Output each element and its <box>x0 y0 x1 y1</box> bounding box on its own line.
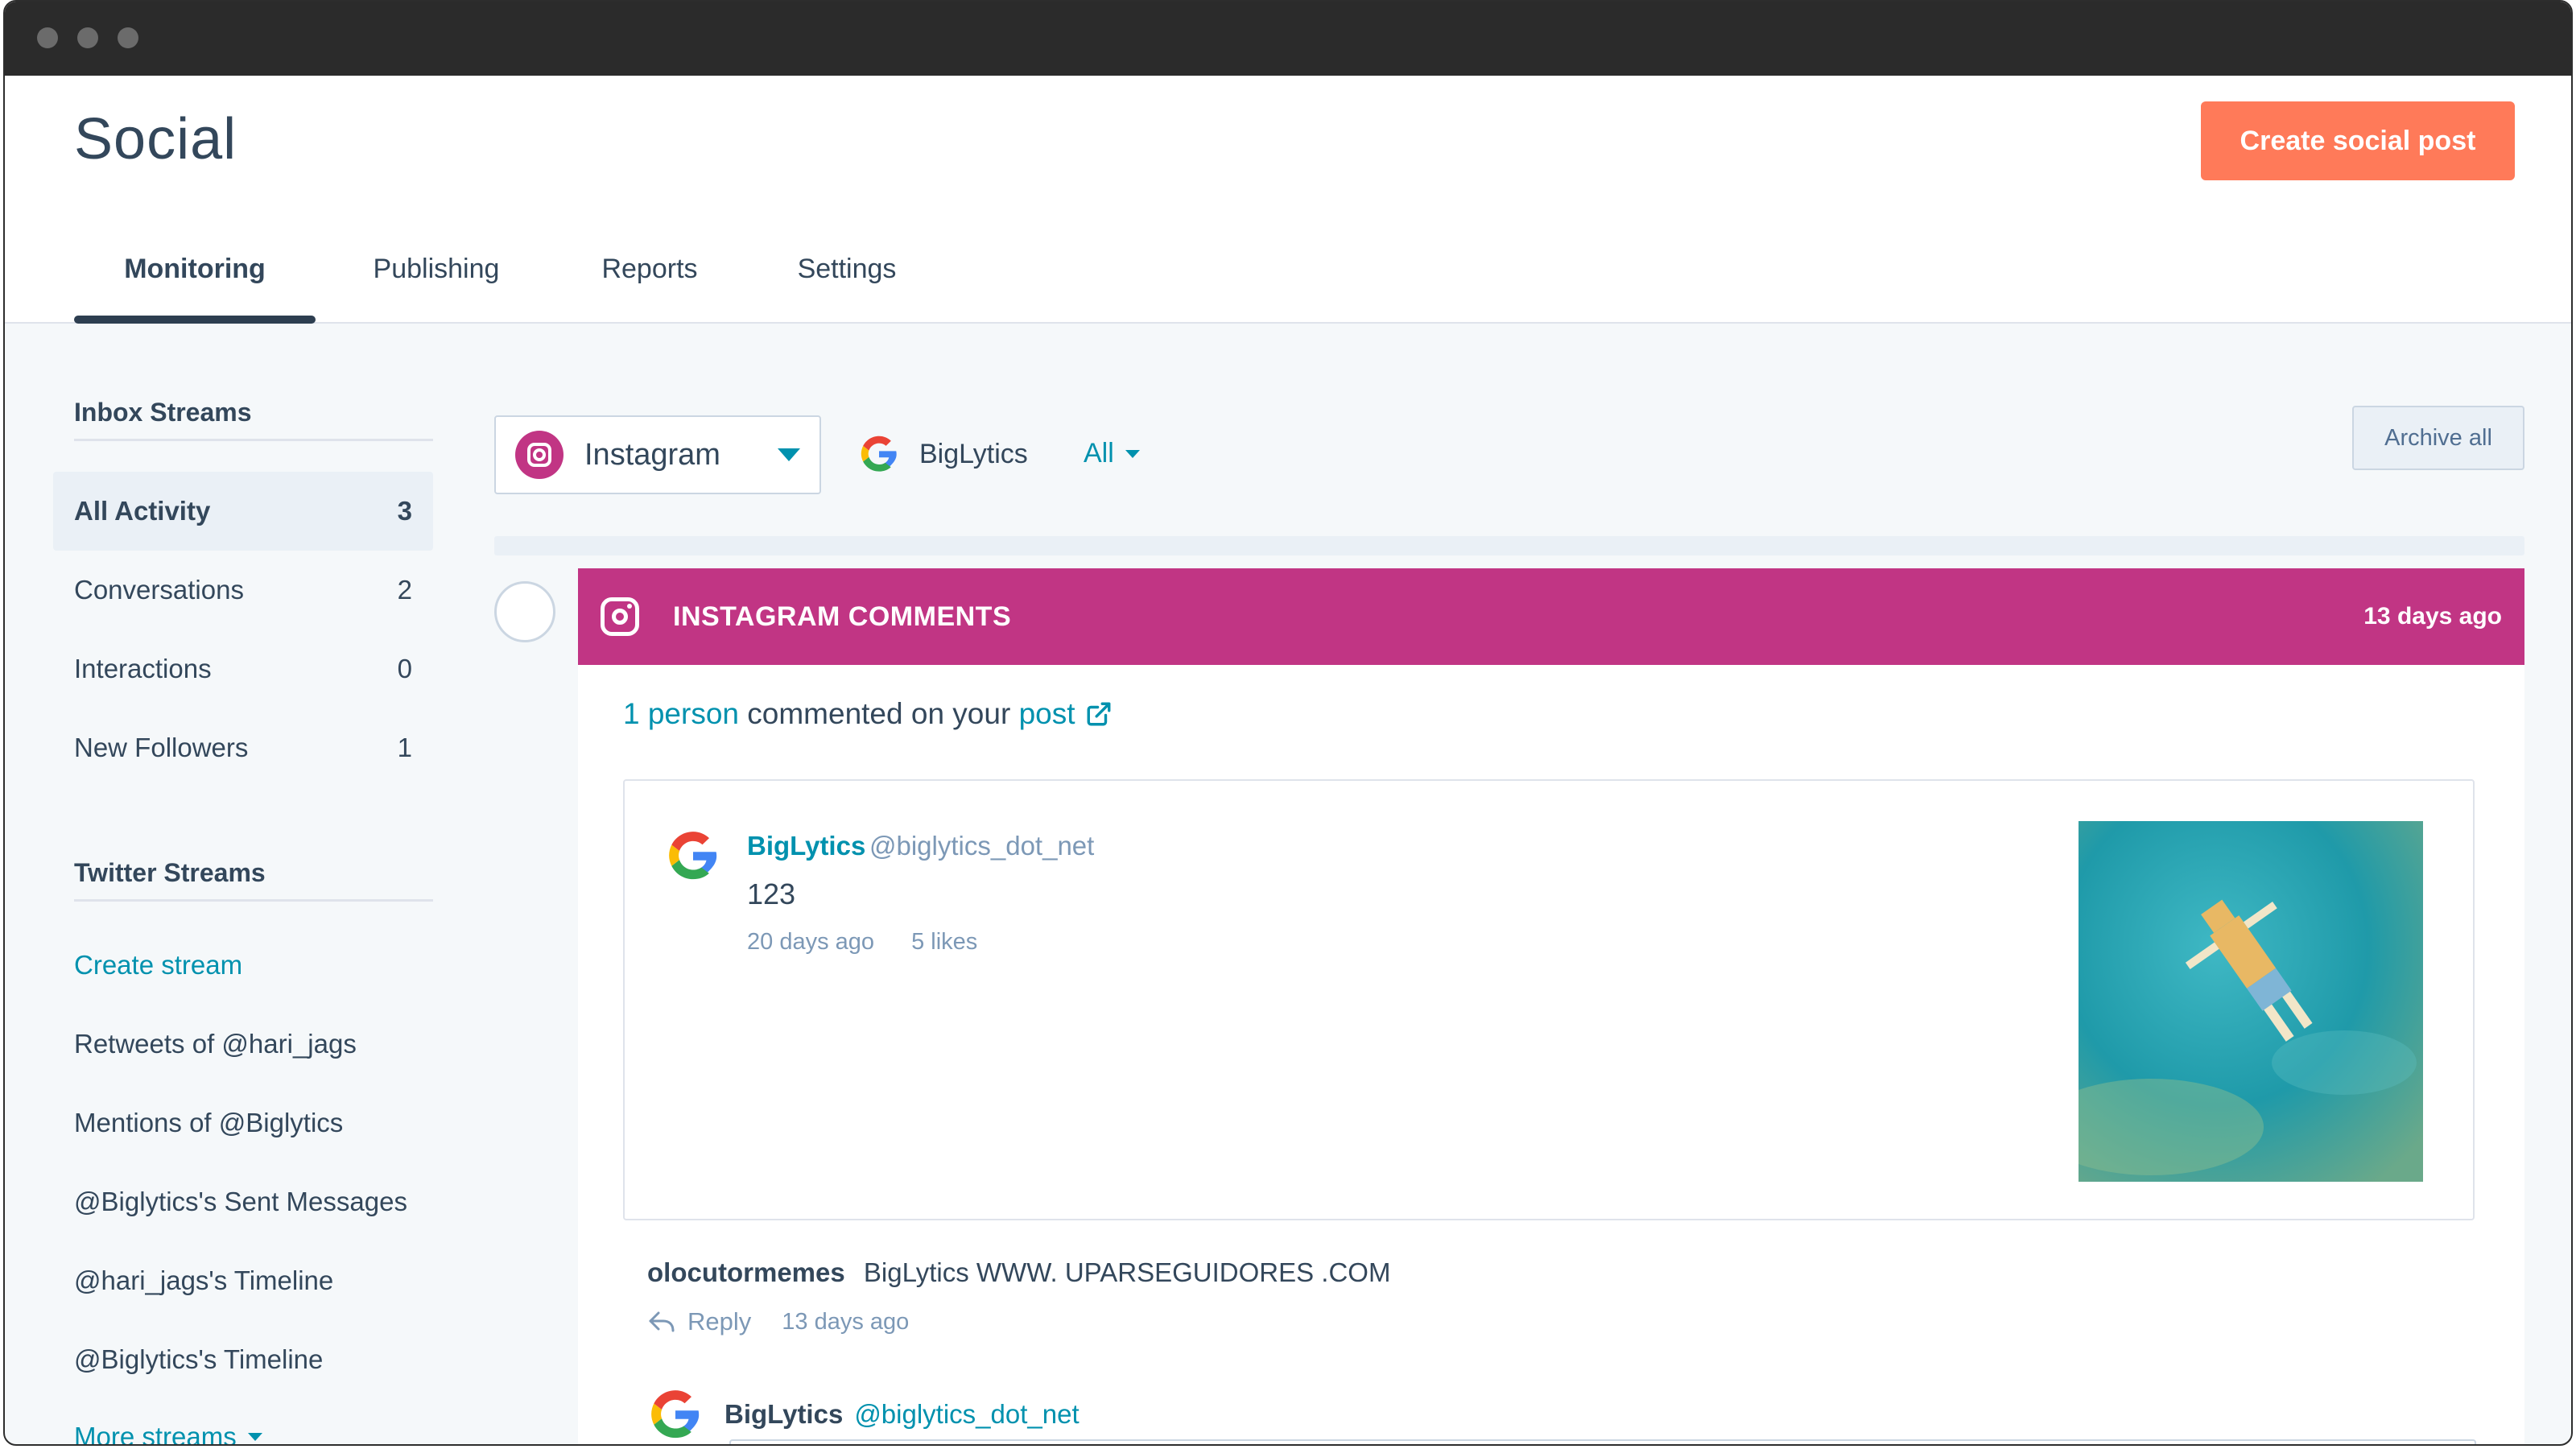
activity-card: INSTAGRAM COMMENTS 13 days ago 1 person … <box>578 568 2524 1444</box>
tab-monitoring[interactable]: Monitoring <box>74 237 316 324</box>
comment-username[interactable]: olocutormemes <box>647 1257 845 1287</box>
sidebar-item-count: 2 <box>397 575 412 605</box>
inbox-streams-heading: Inbox Streams <box>74 398 433 441</box>
post-link[interactable]: post <box>1019 697 1075 731</box>
sidebar-item-mentions-biglytics[interactable]: Mentions of @Biglytics <box>74 1108 343 1138</box>
window-titlebar <box>5 2 2571 76</box>
sidebar-item-label: Interactions <box>74 654 212 683</box>
comment-text: BigLytics WWW. UPARSEGUIDORES .COM <box>863 1257 1391 1287</box>
select-item-checkbox[interactable] <box>494 581 555 642</box>
card-type-label: INSTAGRAM COMMENTS <box>673 601 1012 632</box>
post-author-handle: @biglytics_dot_net <box>869 831 1095 861</box>
app-window: Social Create social post Monitoring Pub… <box>3 0 2573 1446</box>
google-icon <box>651 1390 700 1439</box>
post-author-link[interactable]: BigLytics <box>747 831 865 861</box>
account-name: BigLytics <box>919 438 1028 469</box>
google-icon <box>861 436 897 472</box>
post-likes: 5 likes <box>911 929 978 955</box>
create-social-post-button[interactable]: Create social post <box>2201 101 2515 180</box>
reply-input[interactable] <box>729 1439 2476 1444</box>
reply-link[interactable]: Reply <box>687 1307 751 1336</box>
instagram-icon <box>601 597 639 636</box>
scope-filter-dropdown[interactable]: All <box>1084 438 1140 469</box>
post-meta: 20 days ago 5 likes <box>747 929 977 956</box>
tab-reports[interactable]: Reports <box>557 237 742 324</box>
chevron-down-icon <box>1125 449 1140 458</box>
comment-meta: Reply 13 days ago <box>647 1307 909 1336</box>
reply-account-handle: @biglytics_dot_net <box>854 1399 1080 1429</box>
page-header: Social Create social post Monitoring Pub… <box>5 76 2571 324</box>
card-timestamp: 13 days ago <box>2363 603 2502 630</box>
chevron-down-icon <box>247 1433 262 1441</box>
card-header: INSTAGRAM COMMENTS 13 days ago <box>578 568 2524 665</box>
sidebar-item-count: 1 <box>397 733 412 762</box>
sidebar-item-count: 3 <box>397 496 412 526</box>
page-title: Social <box>74 107 237 171</box>
original-post: BigLytics @biglytics_dot_net 123 20 days… <box>623 779 2475 1220</box>
sidebar-item-label: All Activity <box>74 496 211 526</box>
more-streams-label: More streams <box>74 1422 237 1446</box>
sidebar-item-count: 0 <box>397 654 412 683</box>
post-image[interactable] <box>2079 821 2423 1182</box>
comment-body: olocutormemes BigLytics WWW. UPARSEGUIDO… <box>647 1257 1390 1288</box>
window-close-control[interactable] <box>37 27 58 48</box>
monitoring-main: Instagram BigLytics All Archive all INST… <box>488 325 2524 1444</box>
instagram-icon <box>515 431 564 479</box>
network-dropdown[interactable]: Instagram <box>494 415 821 494</box>
sidebar-item-all-activity[interactable]: All Activity 3 <box>53 472 433 551</box>
archive-all-button[interactable]: Archive all <box>2352 406 2524 470</box>
reply-composer-header: BigLytics @biglytics_dot_net <box>647 1386 1080 1443</box>
sidebar-item-interactions[interactable]: Interactions 0 <box>53 630 433 708</box>
reply-icon[interactable] <box>647 1310 676 1334</box>
sidebar-item-label: New Followers <box>74 733 249 762</box>
create-stream-link[interactable]: Create stream <box>74 950 242 980</box>
twitter-streams-heading: Twitter Streams <box>74 858 433 902</box>
post-text: 123 <box>747 877 796 910</box>
sidebar-item-retweets-hari-jags[interactable]: Retweets of @hari_jags <box>74 1029 357 1059</box>
scope-filter-value: All <box>1084 438 1114 469</box>
google-icon <box>669 832 717 880</box>
reply-account-name: BigLytics <box>724 1399 844 1429</box>
main-tabs: Monitoring Publishing Reports Settings <box>74 237 952 324</box>
external-link-icon[interactable] <box>1085 700 1113 728</box>
network-dropdown-value: Instagram <box>584 437 720 472</box>
tab-settings[interactable]: Settings <box>742 237 952 324</box>
sidebar-item-new-followers[interactable]: New Followers 1 <box>53 708 433 787</box>
comment-timestamp: 13 days ago <box>782 1308 910 1335</box>
streams-sidebar: Inbox Streams All Activity 3 Conversatio… <box>5 325 456 1446</box>
window-zoom-control[interactable] <box>118 27 138 48</box>
tab-publishing[interactable]: Publishing <box>316 237 557 324</box>
sidebar-item-biglytics-timeline[interactable]: @Biglytics's Timeline <box>74 1344 323 1375</box>
people-count-link[interactable]: 1 person <box>623 697 739 731</box>
account-selector[interactable]: BigLytics <box>858 430 1028 478</box>
sidebar-item-hari-jags-timeline[interactable]: @hari_jags's Timeline <box>74 1265 333 1296</box>
post-age: 20 days ago <box>747 929 875 955</box>
summary-text: commented on your <box>739 697 1019 730</box>
sidebar-item-label: Conversations <box>74 575 244 605</box>
sidebar-item-biglytics-sent-messages[interactable]: @Biglytics's Sent Messages <box>74 1187 407 1217</box>
card-summary: 1 person commented on your post <box>623 697 1113 731</box>
more-streams-link[interactable]: More streams <box>74 1422 262 1446</box>
window-minimize-control[interactable] <box>77 27 98 48</box>
chevron-down-icon <box>778 448 800 461</box>
stream-divider <box>494 536 2524 555</box>
sidebar-item-conversations[interactable]: Conversations 2 <box>53 551 433 630</box>
